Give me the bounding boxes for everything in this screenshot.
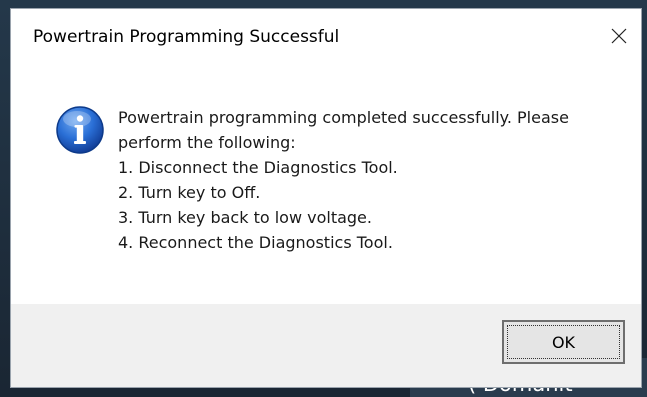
close-icon: [611, 28, 627, 44]
message-line: 4. Reconnect the Diagnostics Tool.: [118, 233, 393, 252]
information-icon: [56, 106, 104, 154]
ok-button-label: OK: [551, 332, 576, 352]
dialog-titlebar[interactable]: Powertrain Programming Successful: [11, 9, 641, 69]
message-line: 1. Disconnect the Diagnostics Tool.: [118, 158, 398, 177]
dialog-title: Powertrain Programming Successful: [33, 27, 340, 47]
close-button[interactable]: [601, 19, 637, 53]
message-line: 3. Turn key back to low voltage.: [118, 208, 372, 227]
message-dialog: Powertrain Programming Successful Powert…: [10, 8, 642, 388]
message-line: Powertrain programming completed success…: [118, 108, 569, 127]
message-line: 2. Turn key to Off.: [118, 183, 261, 202]
ok-button[interactable]: OK: [502, 320, 625, 364]
dialog-content: Powertrain programming completed success…: [11, 69, 641, 304]
dialog-footer: OK: [11, 304, 641, 387]
message-line: perform the following:: [118, 133, 296, 152]
dialog-message: Powertrain programming completed success…: [118, 105, 618, 255]
